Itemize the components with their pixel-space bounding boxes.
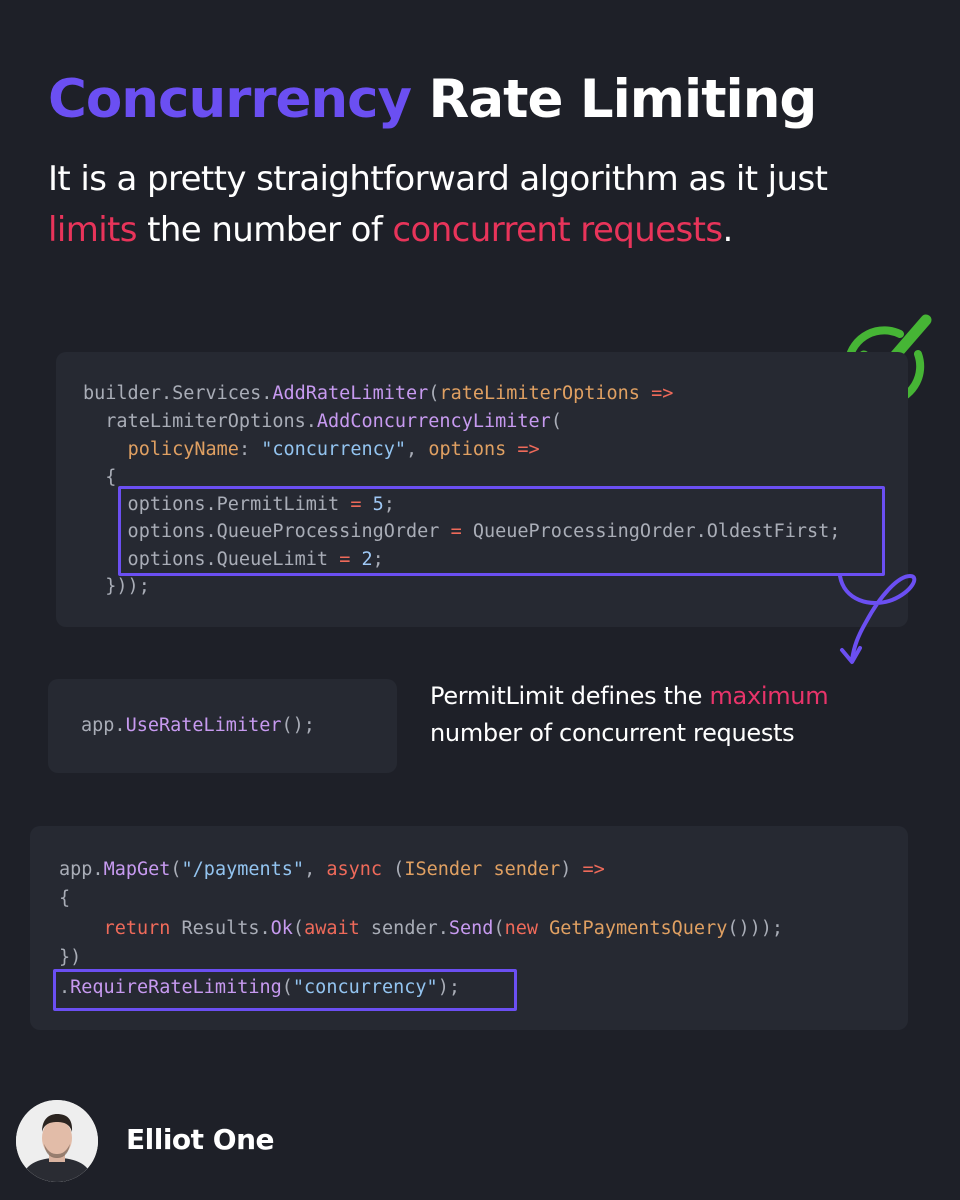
code-token-plain: rateLimiterOptions. [83,411,317,432]
code-token-type: ISender [404,859,483,880]
code-token-fn: MapGet [103,859,171,880]
code-token-plain: ( [292,918,305,939]
code-token-plain: ())); [727,918,784,939]
page-title: Concurrency Rate Limiting [48,66,818,134]
code-token-fn: AddConcurrencyLimiter [316,411,551,432]
code-token-plain: Results. [170,918,271,939]
code-token-plain: ( [170,859,182,880]
author-name: Elliot One [126,1123,275,1156]
code-line: return Results.Ok(await sender.Send(new … [59,915,784,943]
code-token-plain: ) [560,859,583,880]
subtitle-highlight-concurrent: concurrent requests [392,210,723,250]
subtitle-part3: . [722,210,733,250]
code-token-param: policyName [127,439,239,460]
code-token-plain: ( [382,859,405,880]
code-token-op: => [651,383,674,404]
title-accent: Concurrency [48,69,412,130]
code-token-str: "/payments" [181,859,305,880]
code-token-plain: (); [281,715,315,736]
code-token-fn: AddRateLimiter [272,383,429,404]
code-token-op: => [517,439,540,460]
code-token-plain: })); [83,576,150,597]
code-line: { [59,885,70,913]
code-token-plain: ( [550,411,562,432]
code-token-plain: ( [493,918,505,939]
code-line: app.MapGet("/payments", async (ISender s… [59,856,605,884]
code-token-plain: ( [428,383,440,404]
curly-arrow-icon [838,573,917,664]
subtitle-part2: the number of [136,210,393,250]
note-part1: PermitLimit defines the [430,682,710,710]
code-token-plain: { [59,888,71,909]
code-block-use-rate-limiter: app.UseRateLimiter(); [48,679,397,773]
code-token-kw: return [103,918,171,939]
note-highlight: maximum [709,682,829,710]
code-token-param: rateLimiterOptions [439,383,640,404]
code-token-plain: sender. [359,918,449,939]
code-token-plain: app. [81,715,126,736]
avatar-portrait [16,1100,98,1182]
code-line: { [83,464,116,492]
code-token-type: GetPaymentsQuery [549,918,728,939]
code-token-plain: }) [59,947,82,968]
code-token-kw: async [326,859,383,880]
title-rest: Rate Limiting [411,69,818,130]
code-token-plain: builder.Services. [83,383,273,404]
note-part2: number of concurrent requests [430,719,795,747]
code-token-op: => [582,859,605,880]
highlight-box-options [118,486,885,576]
code-token-fn: Send [448,918,494,939]
code-token-plain: , [304,859,327,880]
code-line: })); [83,573,150,601]
code-token-kw: new [504,918,538,939]
code-token-fn: Ok [270,918,293,939]
subtitle-part1: It is a pretty straightforward algorithm… [48,159,828,199]
code-token-str: "concurrency" [261,439,407,460]
avatar [16,1100,98,1182]
code-line: rateLimiterOptions.AddConcurrencyLimiter… [83,408,562,436]
code-token-fn: UseRateLimiter [125,715,282,736]
code-token-param: sender [493,859,561,880]
code-token-param: options [428,439,507,460]
code-token-plain: : [238,439,262,460]
code-line: builder.Services.AddRateLimiter(rateLimi… [83,380,673,408]
code-token-plain: app. [59,859,104,880]
subtitle-highlight-limits: limits [48,210,138,250]
code-token-plain: , [406,439,429,460]
code-line: policyName: "concurrency", options => [83,436,540,464]
code-token-kw: await [304,918,360,939]
code-line: }) [59,944,81,972]
permit-limit-note: PermitLimit defines the maximum number of… [430,678,910,752]
code-token-plain: { [83,467,117,488]
subtitle: It is a pretty straightforward algorithm… [48,154,918,256]
code-line: app.UseRateLimiter(); [81,712,315,740]
highlight-box-require-rate-limiting [53,969,517,1011]
